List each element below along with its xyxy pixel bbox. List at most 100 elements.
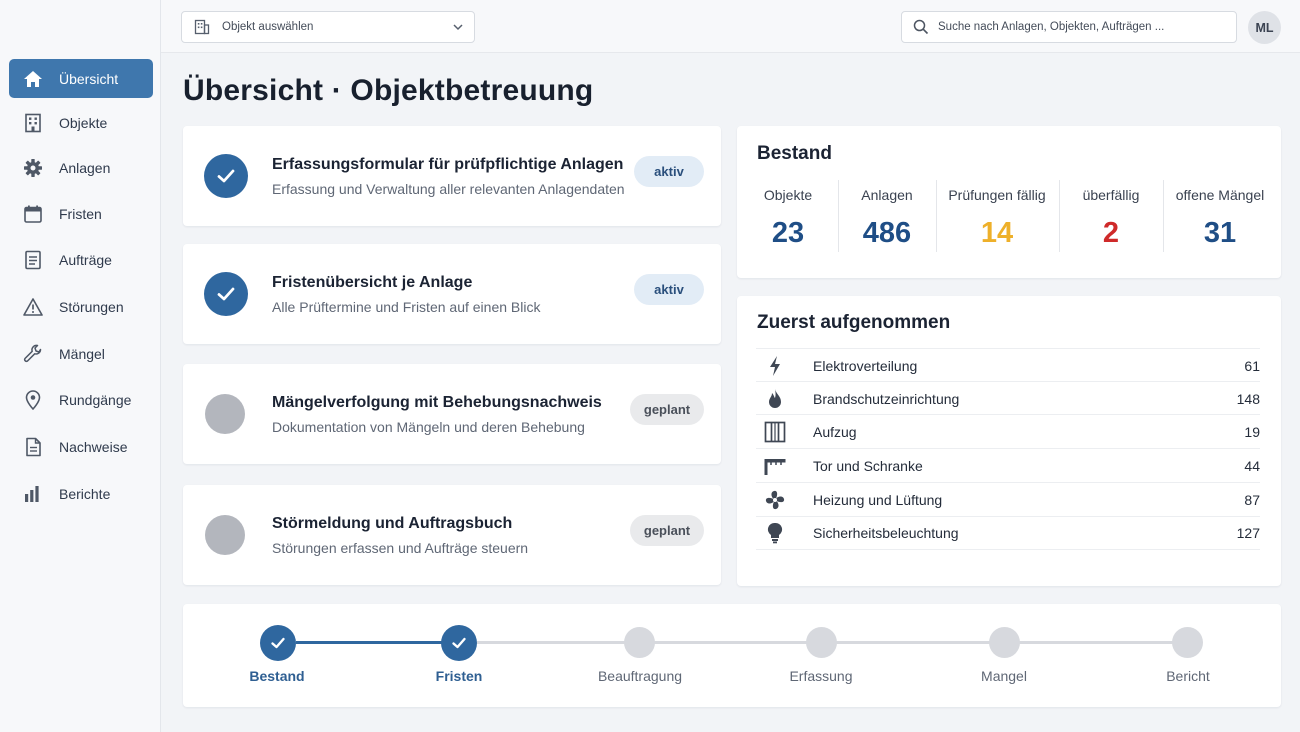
list-item[interactable]: Elektroverteilung 61 <box>756 348 1260 382</box>
list-item[interactable]: Sicherheitsbeleuchtung 127 <box>756 516 1260 550</box>
stat-value: 23 <box>771 217 805 249</box>
document-list-icon <box>22 249 44 271</box>
sidebar-item-label: Berichte <box>59 485 111 502</box>
list-item-count: 19 <box>1244 423 1260 440</box>
sidebar-item-uebersicht[interactable]: Übersicht <box>9 59 153 98</box>
progress-stepper: Bestand Fristen Beauftragung Erfassung M… <box>183 604 1281 707</box>
sidebar-item-nachweise[interactable]: Nachweise <box>9 427 153 466</box>
step-label: Mangel <box>981 668 1027 684</box>
stat-value: 14 <box>980 217 1014 249</box>
sidebar-item-berichte[interactable]: Berichte <box>9 474 153 513</box>
stat-label: Anlagen <box>861 187 913 203</box>
bar-chart-icon <box>22 483 44 505</box>
object-select[interactable]: Objekt auswählen <box>181 11 475 43</box>
home-icon <box>22 68 44 90</box>
stat-label: Prüfungen fällig <box>948 187 1046 203</box>
stat-ueberfaellig[interactable]: überfällig 2 <box>1059 180 1163 254</box>
sidebar: Übersicht Objekte Anlagen Fristen Aufträ… <box>0 0 161 732</box>
sidebar-item-objekte[interactable]: Objekte <box>9 103 153 142</box>
step-bericht-dot[interactable] <box>1172 627 1203 658</box>
sidebar-item-label: Nachweise <box>59 438 128 455</box>
list-item[interactable]: Brandschutzeinrichtung 148 <box>756 381 1260 415</box>
check-icon <box>271 637 285 649</box>
list-item-name: Brandschutzeinrichtung <box>813 390 960 407</box>
feature-title: Störmeldung und Auftragsbuch <box>272 515 513 532</box>
list-item-name: Heizung und Lüftung <box>813 491 943 508</box>
list-item[interactable]: Heizung und Lüftung 87 <box>756 482 1260 516</box>
sidebar-item-label: Aufträge <box>59 251 112 268</box>
building-icon <box>22 112 44 134</box>
stepper-line-todo <box>477 641 1202 644</box>
check-icon <box>217 287 235 301</box>
feature-status-circle <box>204 272 248 316</box>
feature-description: Dokumentation von Mängeln und deren Behe… <box>272 419 585 435</box>
list-item-count: 61 <box>1244 357 1260 374</box>
stat-offene-maengel[interactable]: offene Mängel 31 <box>1163 180 1277 254</box>
search-input[interactable] <box>938 21 1228 33</box>
sidebar-item-maengel[interactable]: Mängel <box>9 334 153 373</box>
avatar[interactable]: ML <box>1248 11 1281 44</box>
stat-pruefungen-faellig[interactable]: Prüfungen fällig 14 <box>936 180 1058 254</box>
flame-icon <box>763 387 787 411</box>
sidebar-item-label: Rundgänge <box>59 391 132 408</box>
feature-title: Erfassungsformular für prüfpflichtige An… <box>272 156 624 173</box>
list-item[interactable]: Aufzug 19 <box>756 414 1260 448</box>
stat-value: 31 <box>1203 217 1237 249</box>
building-icon <box>194 19 210 35</box>
feature-description: Alle Prüftermine und Fristen auf einen B… <box>272 299 541 315</box>
sidebar-item-label: Störungen <box>59 298 124 315</box>
step-label: Beauftragung <box>597 668 683 684</box>
lightning-icon <box>763 354 787 378</box>
list-item-count: 127 <box>1236 525 1260 541</box>
map-pin-icon <box>22 389 44 411</box>
gear-icon <box>22 157 44 179</box>
page-title: Übersicht · Objektbetreuung <box>183 74 594 107</box>
step-fristen-dot[interactable] <box>441 625 477 661</box>
wrench-icon <box>22 343 44 365</box>
sidebar-item-fristen[interactable]: Fristen <box>9 194 153 233</box>
check-icon <box>217 169 235 183</box>
step-beauftragung-dot[interactable] <box>624 627 655 658</box>
sidebar-item-anlagen[interactable]: Anlagen <box>9 148 153 187</box>
feature-description: Erfassung und Verwaltung aller relevante… <box>272 181 625 197</box>
object-select-value: Objekt auswählen <box>222 21 314 33</box>
feature-card[interactable]: Störmeldung und Auftragsbuch Störungen e… <box>183 485 721 585</box>
sidebar-item-rundgaenge[interactable]: Rundgänge <box>9 380 153 419</box>
step-mangel-dot[interactable] <box>989 627 1020 658</box>
sidebar-item-auftraege[interactable]: Aufträge <box>9 240 153 279</box>
list-item-count: 148 <box>1236 390 1260 407</box>
stat-anlagen[interactable]: Anlagen 486 <box>838 180 936 254</box>
list-item-name: Sicherheitsbeleuchtung <box>813 525 959 541</box>
lightbulb-icon <box>763 521 787 545</box>
sidebar-item-stoerungen[interactable]: Störungen <box>9 287 153 326</box>
feature-card[interactable]: Fristenübersicht je Anlage Alle Prüfterm… <box>183 244 721 344</box>
calendar-icon <box>22 203 44 225</box>
feature-card[interactable]: Erfassungsformular für prüfpflichtige An… <box>183 126 721 226</box>
step-label: Fristen <box>435 668 483 684</box>
stat-value: 486 <box>862 217 912 249</box>
list-item-name: Aufzug <box>813 423 857 440</box>
warning-icon <box>22 296 44 318</box>
step-label: Bericht <box>1166 668 1210 684</box>
feature-title: Mängelverfolgung mit Behebungsnachweis <box>272 394 602 411</box>
status-badge: aktiv <box>634 274 704 305</box>
step-label: Bestand <box>249 668 305 684</box>
elevator-icon <box>763 420 787 444</box>
step-erfassung-dot[interactable] <box>806 627 837 658</box>
stepper-line-done <box>296 641 459 644</box>
stat-label: überfällig <box>1082 187 1140 203</box>
zuerst-title: Zuerst aufgenommen <box>757 312 951 333</box>
stat-value: 2 <box>1102 217 1120 249</box>
stat-label: offene Mängel <box>1175 187 1265 203</box>
list-item[interactable]: Tor und Schranke 44 <box>756 448 1260 482</box>
topbar: Objekt auswählen ML <box>161 0 1300 53</box>
sidebar-item-label: Anlagen <box>59 159 111 176</box>
search-box[interactable] <box>901 11 1237 43</box>
step-bestand-dot[interactable] <box>260 625 296 661</box>
status-badge: geplant <box>630 515 704 546</box>
feature-card[interactable]: Mängelverfolgung mit Behebungsnachweis D… <box>183 364 721 464</box>
stat-objekte[interactable]: Objekte 23 <box>739 180 837 254</box>
list-item-name: Tor und Schranke <box>813 457 923 474</box>
list-item-count: 87 <box>1244 491 1260 508</box>
fan-icon <box>763 488 787 512</box>
